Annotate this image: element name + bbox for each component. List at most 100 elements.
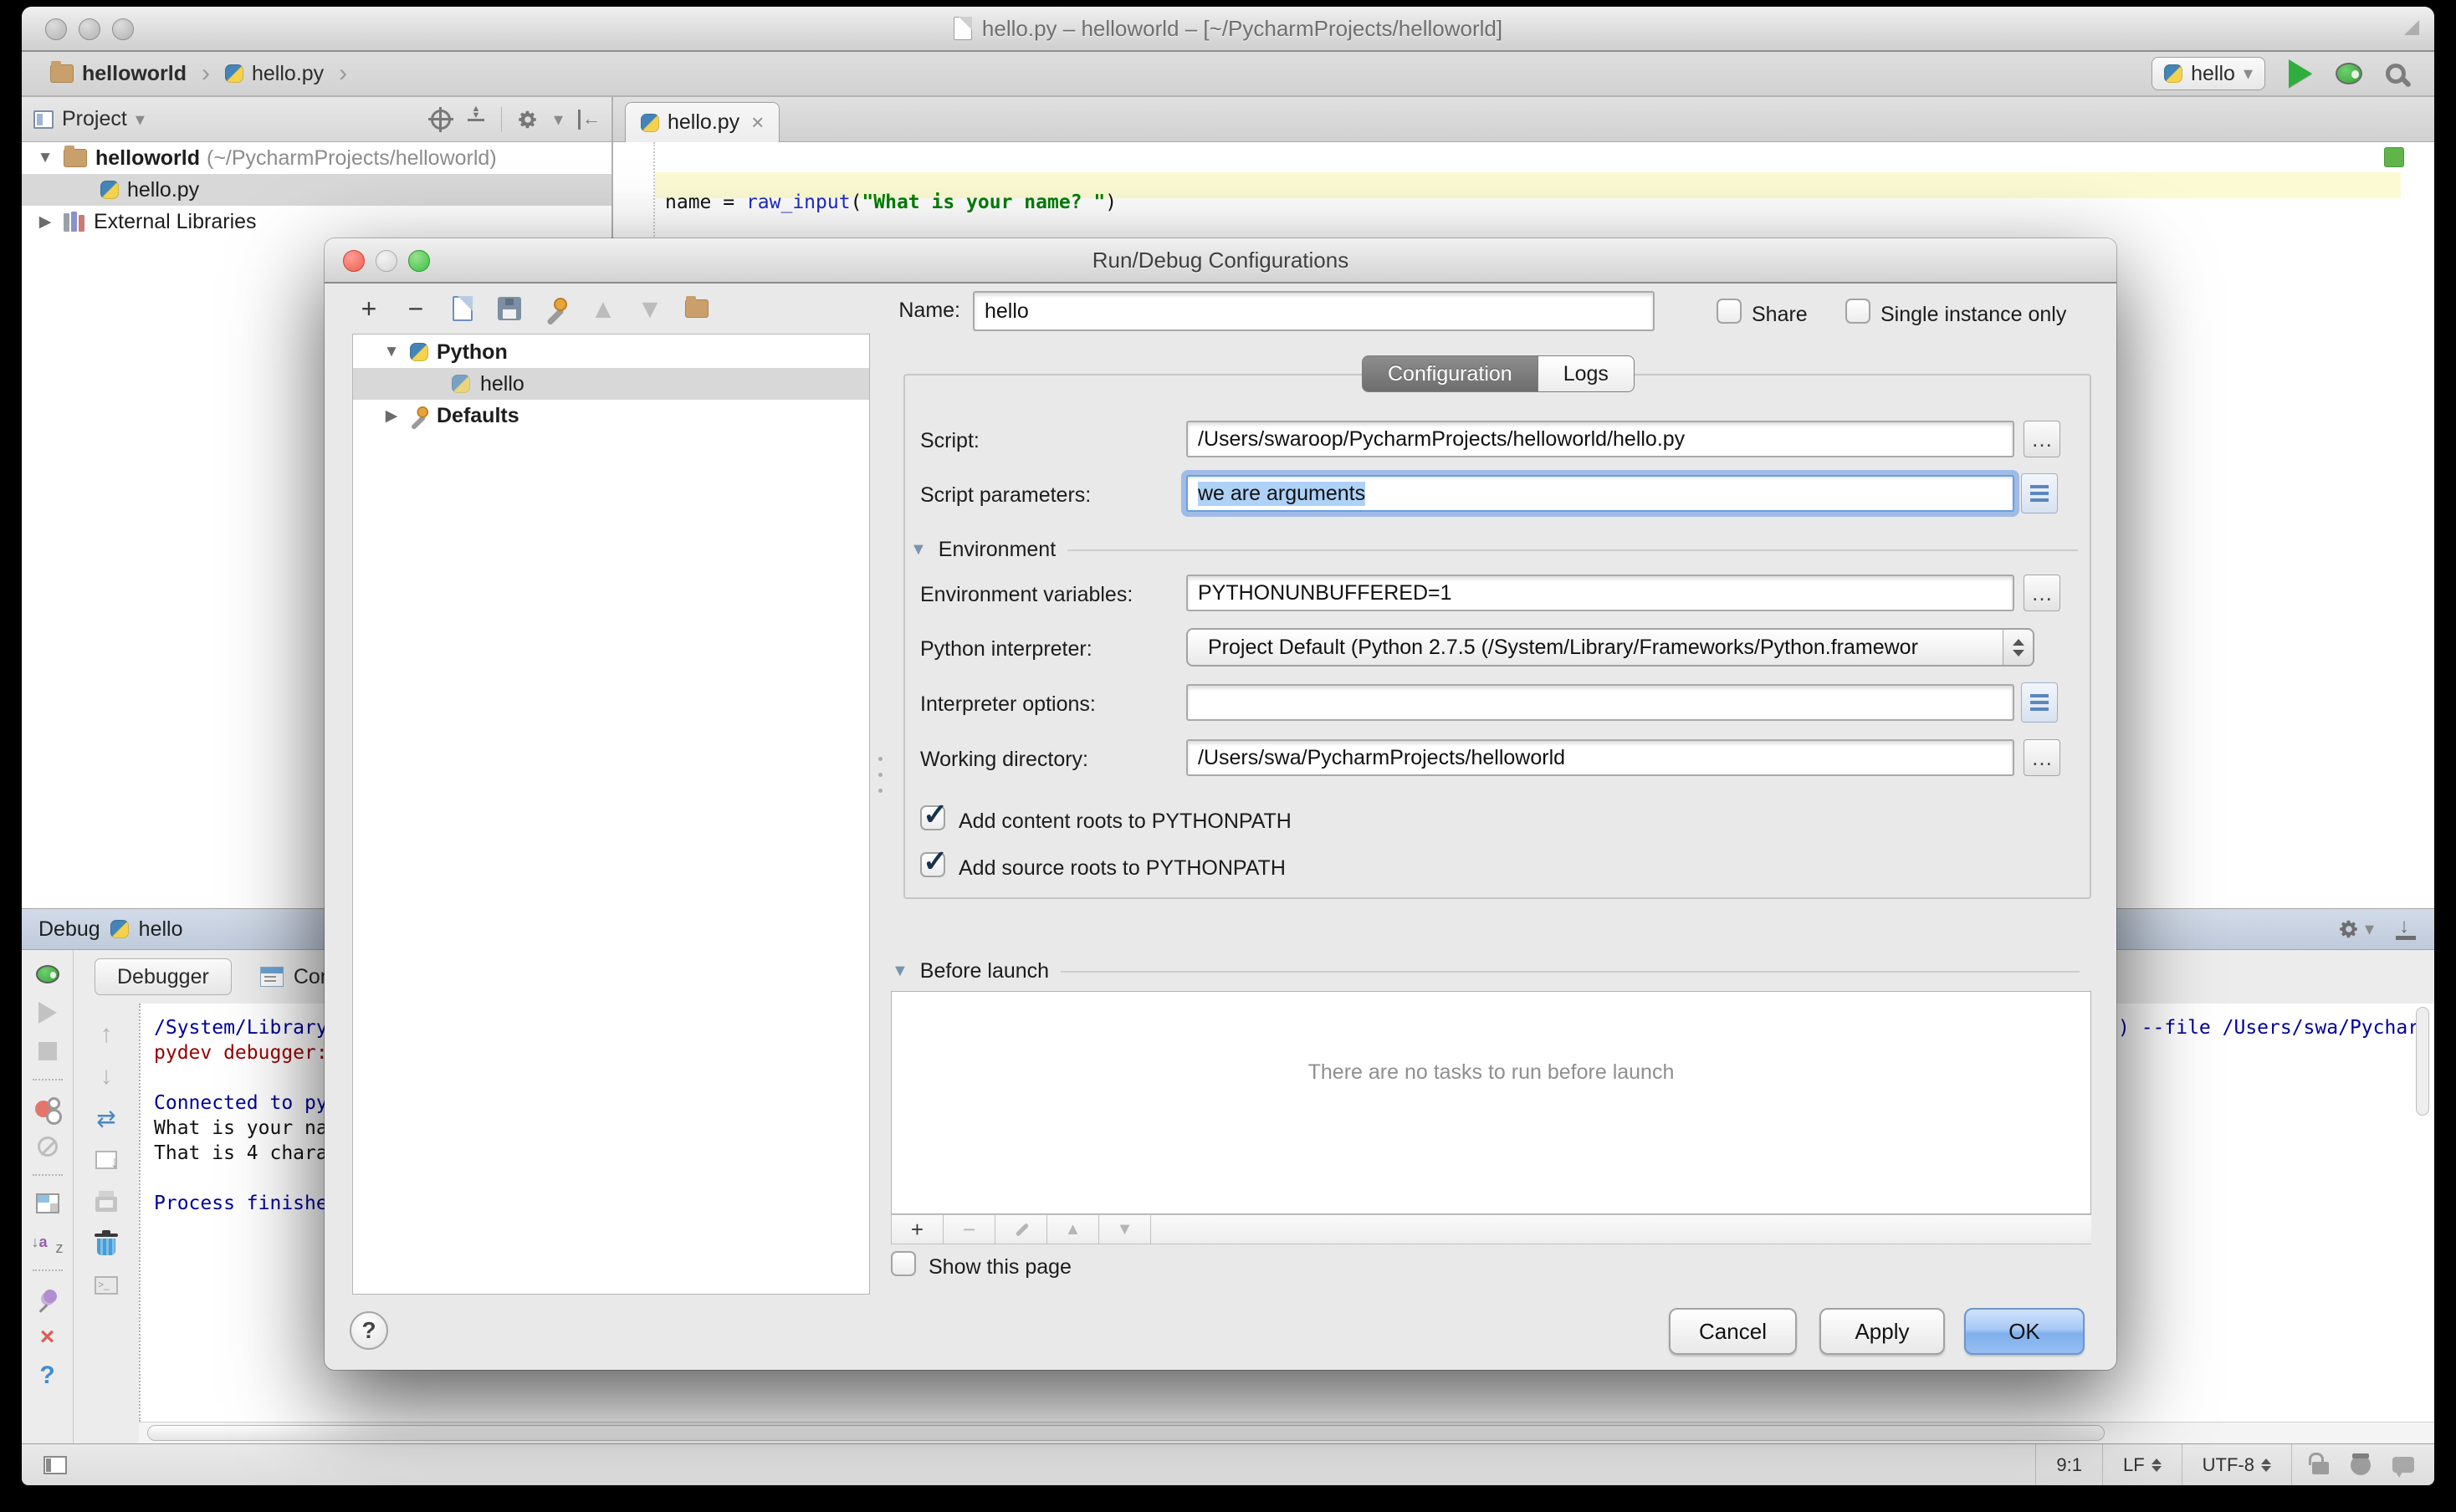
gear-icon[interactable] bbox=[2338, 918, 2360, 940]
add-content-roots-checkbox[interactable]: ✓ bbox=[920, 805, 945, 830]
add-source-roots-checkbox[interactable]: ✓ bbox=[920, 852, 945, 877]
stop-icon[interactable] bbox=[38, 1042, 57, 1060]
close-toolwindow-icon[interactable]: × bbox=[33, 1325, 62, 1350]
scroll-to-end-icon[interactable] bbox=[95, 1151, 117, 1169]
print-icon[interactable] bbox=[95, 1197, 117, 1212]
chevron-down-icon[interactable]: ▾ bbox=[2365, 918, 2374, 940]
toolwindow-toggle-icon[interactable] bbox=[43, 1456, 67, 1474]
rerun-debug-icon[interactable] bbox=[36, 965, 59, 983]
splitter-handle[interactable] bbox=[877, 757, 883, 807]
mute-breakpoints-icon[interactable] bbox=[38, 1137, 58, 1157]
help-button[interactable]: ? bbox=[350, 1311, 388, 1350]
help-icon[interactable]: ? bbox=[33, 1363, 62, 1388]
inspection-status-icon[interactable] bbox=[2384, 147, 2404, 167]
lock-icon[interactable] bbox=[2312, 1462, 2329, 1474]
minimize-window-button[interactable] bbox=[79, 18, 100, 40]
share-label[interactable]: Share bbox=[1752, 303, 1808, 327]
line-separator-widget[interactable]: LF bbox=[2102, 1444, 2182, 1485]
add-content-roots-label[interactable]: Add content roots to PYTHONPATH bbox=[959, 810, 1292, 834]
move-task-up-button[interactable]: ▲ bbox=[1047, 1214, 1099, 1244]
apply-button[interactable]: Apply bbox=[1819, 1308, 1945, 1355]
single-instance-label[interactable]: Single instance only bbox=[1880, 303, 2066, 327]
expand-options-button[interactable] bbox=[2021, 682, 2058, 723]
browse-script-button[interactable]: … bbox=[2024, 421, 2060, 457]
debug-button[interactable] bbox=[2336, 63, 2362, 84]
cancel-button[interactable]: Cancel bbox=[1669, 1308, 1797, 1355]
ok-button[interactable]: OK bbox=[1964, 1308, 2085, 1355]
show-command-line-icon[interactable] bbox=[95, 1276, 118, 1295]
name-field[interactable]: hello bbox=[973, 291, 1655, 331]
disclosure-open-icon[interactable]: ▼ bbox=[910, 540, 927, 559]
close-tab-icon[interactable]: × bbox=[751, 110, 764, 135]
edit-defaults-icon[interactable] bbox=[542, 294, 571, 323]
breadcrumb-file[interactable]: hello.py bbox=[252, 62, 324, 86]
before-launch-task-list[interactable]: There are no tasks to run before launch bbox=[891, 991, 2091, 1214]
tab-configuration[interactable]: Configuration bbox=[1362, 355, 1538, 392]
script-field[interactable]: /Users/swaroop/PycharmProjects/helloworl… bbox=[1186, 421, 2014, 457]
encoding-widget[interactable]: UTF-8 bbox=[2182, 1444, 2291, 1485]
resume-program-icon[interactable] bbox=[38, 1002, 57, 1024]
disclosure-closed-icon[interactable]: ▶ bbox=[381, 406, 402, 426]
search-icon[interactable] bbox=[2386, 64, 2406, 84]
down-stack-trace-icon[interactable]: ↓ bbox=[92, 1064, 120, 1089]
script-parameters-field[interactable]: we are arguments bbox=[1186, 475, 2014, 512]
console-vertical-scrollbar[interactable] bbox=[2416, 1007, 2429, 1116]
caret-position-widget[interactable]: 9:1 bbox=[2035, 1444, 2102, 1485]
close-dialog-button[interactable] bbox=[343, 250, 365, 272]
environment-section-header[interactable]: ▼ Environment bbox=[910, 538, 2078, 562]
editor-tab-hello-py[interactable]: hello.py × bbox=[625, 102, 780, 142]
browse-environment-button[interactable]: … bbox=[2024, 575, 2060, 611]
show-this-page-label[interactable]: Show this page bbox=[929, 1255, 1072, 1280]
disclosure-open-icon[interactable]: ▼ bbox=[892, 962, 908, 981]
pin-tab-icon[interactable] bbox=[37, 1288, 59, 1310]
move-down-button[interactable]: ▼ bbox=[636, 294, 664, 323]
tab-debugger[interactable]: Debugger bbox=[95, 958, 232, 995]
remove-configuration-button[interactable]: − bbox=[402, 294, 430, 323]
disclosure-open-icon[interactable]: ▼ bbox=[35, 149, 55, 167]
soft-wrap-icon[interactable]: ⇄ bbox=[92, 1106, 120, 1131]
add-configuration-button[interactable]: + bbox=[355, 294, 383, 323]
working-directory-field[interactable]: /Users/swa/PycharmProjects/helloworld bbox=[1186, 739, 2014, 776]
move-task-down-button[interactable]: ▼ bbox=[1099, 1214, 1151, 1244]
before-launch-section-header[interactable]: ▼ Before launch bbox=[892, 959, 2080, 983]
remove-task-button[interactable]: − bbox=[944, 1214, 995, 1244]
environment-variables-field[interactable]: PYTHONUNBUFFERED=1 bbox=[1186, 575, 2014, 611]
add-source-roots-label[interactable]: Add source roots to PYTHONPATH bbox=[959, 856, 1286, 881]
tree-row-external-libraries[interactable]: ▶ External Libraries bbox=[22, 206, 611, 238]
share-checkbox[interactable] bbox=[1717, 299, 1742, 324]
fullscreen-icon[interactable] bbox=[2404, 20, 2419, 35]
clear-console-icon[interactable] bbox=[97, 1239, 115, 1255]
zoom-window-button[interactable] bbox=[112, 18, 134, 40]
edit-task-button[interactable] bbox=[995, 1214, 1047, 1244]
expand-parameters-button[interactable] bbox=[2021, 473, 2058, 513]
gear-icon[interactable] bbox=[517, 109, 539, 130]
tree-row-hello-py[interactable]: hello.py bbox=[22, 174, 611, 206]
interpreter-options-field[interactable] bbox=[1186, 684, 2014, 721]
run-button[interactable] bbox=[2289, 59, 2312, 88]
show-this-page-checkbox[interactable] bbox=[891, 1251, 916, 1276]
console-horizontal-scrollbar[interactable] bbox=[139, 1422, 2434, 1443]
tree-group-python[interactable]: ▼ Python bbox=[353, 336, 869, 368]
add-task-button[interactable]: + bbox=[892, 1214, 944, 1244]
tab-logs[interactable]: Logs bbox=[1538, 355, 1635, 392]
move-up-button[interactable]: ▲ bbox=[589, 294, 617, 323]
inspector-icon[interactable] bbox=[2351, 1455, 2371, 1475]
view-breakpoints-icon[interactable] bbox=[35, 1097, 60, 1119]
run-configuration-select[interactable]: hello ▾ bbox=[2152, 57, 2265, 90]
tree-group-defaults[interactable]: ▶ Defaults bbox=[353, 400, 869, 432]
project-panel-title[interactable]: Project bbox=[62, 107, 127, 131]
create-folder-icon[interactable] bbox=[683, 294, 711, 323]
close-window-button[interactable] bbox=[45, 18, 67, 40]
hide-toolwindow-icon[interactable] bbox=[2394, 918, 2418, 940]
hide-panel-icon[interactable] bbox=[578, 110, 600, 130]
restore-layout-icon[interactable] bbox=[36, 1193, 59, 1213]
scrollbar-thumb[interactable] bbox=[147, 1425, 2105, 1441]
tree-row-project-root[interactable]: ▼ helloworld (~/PycharmProjects/hellowor… bbox=[22, 142, 611, 174]
browse-working-directory-button[interactable]: … bbox=[2024, 739, 2060, 776]
python-interpreter-select[interactable]: Project Default (Python 2.7.5 (/System/L… bbox=[1186, 628, 2034, 667]
save-configuration-icon[interactable] bbox=[495, 294, 524, 323]
breadcrumb-project[interactable]: helloworld bbox=[82, 62, 187, 86]
sort-alpha-icon[interactable]: ↓a z bbox=[33, 1229, 62, 1254]
chevron-down-icon[interactable]: ▾ bbox=[136, 109, 145, 130]
chevron-down-icon[interactable]: ▾ bbox=[554, 109, 563, 130]
